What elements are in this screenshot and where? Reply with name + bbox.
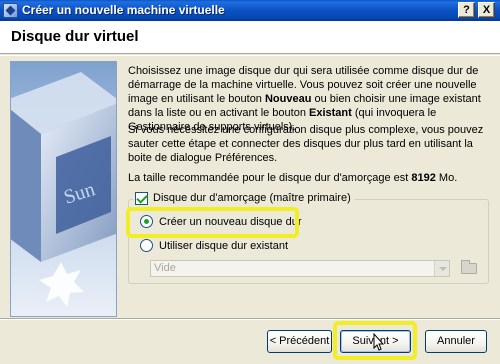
use-existing-disk-radio[interactable]: Utiliser disque dur existant bbox=[140, 239, 288, 252]
mouse-cursor-icon bbox=[373, 333, 385, 351]
footer-divider-highlight bbox=[0, 319, 500, 320]
radio-icon[interactable] bbox=[140, 239, 153, 252]
advanced-config-paragraph: Si vous nécéssitez une configuration dis… bbox=[128, 124, 484, 164]
virtualbox-logo-icon: Sun bbox=[11, 72, 116, 307]
back-button[interactable]: < Précédent bbox=[267, 330, 332, 353]
recommended-size-paragraph: La taille recommandée pour le disque dur… bbox=[128, 172, 458, 184]
boot-disk-checkbox[interactable]: Disque dur d'amorçage (maître primaire) bbox=[133, 191, 355, 205]
wizard-header: Disque dur virtuel bbox=[0, 21, 500, 54]
close-button[interactable]: X bbox=[478, 2, 495, 18]
title-bar: Créer un nouvelle machine virtuelle ? X bbox=[0, 0, 500, 21]
help-button[interactable]: ? bbox=[458, 2, 475, 18]
existing-disk-select[interactable]: Vide bbox=[150, 260, 450, 277]
virtualbox-app-icon bbox=[3, 3, 18, 18]
use-existing-disk-label: Utiliser disque dur existant bbox=[159, 239, 289, 252]
highlight-create-option bbox=[126, 207, 299, 238]
window-title: Créer un nouvelle machine virtuelle bbox=[22, 3, 225, 17]
folder-icon bbox=[461, 260, 477, 274]
page-title: Disque dur virtuel bbox=[11, 28, 139, 45]
checkbox-icon[interactable] bbox=[135, 191, 148, 205]
existing-disk-value: Vide bbox=[154, 262, 176, 274]
cancel-button[interactable]: Annuler bbox=[425, 330, 487, 353]
divider bbox=[0, 55, 500, 56]
dropdown-arrow-icon[interactable] bbox=[434, 261, 449, 276]
boot-disk-checkbox-label: Disque dur d'amorçage (maître primaire) bbox=[153, 192, 351, 204]
wizard-illustration: Sun bbox=[10, 61, 117, 317]
media-manager-button[interactable] bbox=[458, 258, 480, 278]
